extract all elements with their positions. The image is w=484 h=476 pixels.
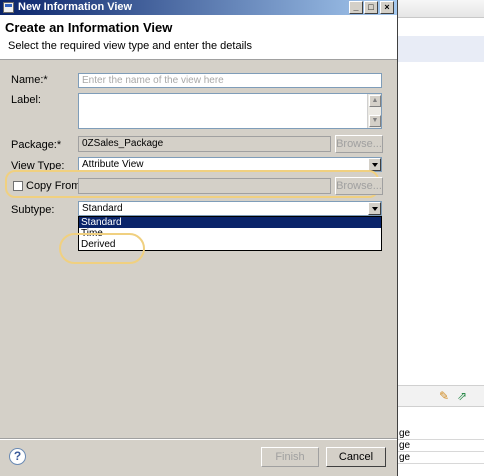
background-selection — [398, 36, 484, 62]
copy-from-field — [78, 178, 331, 194]
label-scrollbar[interactable]: ▲ ▼ — [367, 94, 381, 128]
cancel-button[interactable]: Cancel — [326, 447, 386, 467]
chevron-down-icon[interactable] — [368, 202, 381, 215]
copy-from-browse-button[interactable]: Browse... — [335, 177, 383, 195]
finish-button[interactable]: Finish — [261, 447, 319, 467]
close-button[interactable]: × — [380, 1, 394, 14]
list-item: ge — [398, 452, 484, 464]
subtype-label: Subtype: — [11, 204, 55, 216]
subtype-value: Standard — [82, 203, 123, 214]
package-field: 0ZSales_Package — [78, 136, 331, 152]
new-information-view-dialog: New Information View _ □ × Create an Inf… — [0, 0, 398, 476]
package-label: Package:* — [11, 139, 62, 151]
label-textarea[interactable]: ▲ ▼ — [78, 93, 382, 129]
label-label: Label: — [11, 94, 41, 106]
export-icon[interactable]: ⇗ — [455, 389, 469, 403]
subtype-select[interactable]: Standard — [78, 201, 382, 216]
list-item: ge — [398, 428, 484, 440]
list-item: ge — [398, 440, 484, 452]
name-input[interactable]: Enter the name of the view here — [78, 73, 382, 88]
help-icon[interactable]: ? — [9, 448, 26, 465]
minimize-button[interactable]: _ — [349, 1, 363, 14]
view-type-value: Attribute View — [82, 159, 144, 170]
package-browse-button[interactable]: Browse... — [335, 135, 383, 153]
copy-from-label: Copy From: — [26, 180, 84, 192]
background-list: ge ge ge — [398, 428, 484, 464]
scroll-down-icon[interactable]: ▼ — [369, 115, 381, 127]
maximize-button[interactable]: □ — [364, 1, 378, 14]
copy-from-checkbox[interactable] — [13, 181, 23, 191]
page-subtitle: Select the required view type and enter … — [8, 40, 252, 52]
window-icon — [3, 2, 14, 13]
dialog-titlebar[interactable]: New Information View _ □ × — [0, 0, 397, 15]
dialog-title: New Information View — [18, 1, 133, 13]
background-toolbar — [398, 0, 484, 18]
dialog-header: Create an Information View Select the re… — [0, 15, 397, 60]
subtype-option-standard[interactable]: Standard — [79, 217, 381, 228]
footer-separator — [0, 438, 397, 440]
page-title: Create an Information View — [5, 20, 173, 35]
scroll-up-icon[interactable]: ▲ — [369, 95, 381, 107]
name-label: Name:* — [11, 74, 48, 86]
name-placeholder: Enter the name of the view here — [82, 75, 224, 86]
derived-highlight — [59, 233, 145, 264]
pencil-icon[interactable]: ✎ — [437, 389, 451, 403]
